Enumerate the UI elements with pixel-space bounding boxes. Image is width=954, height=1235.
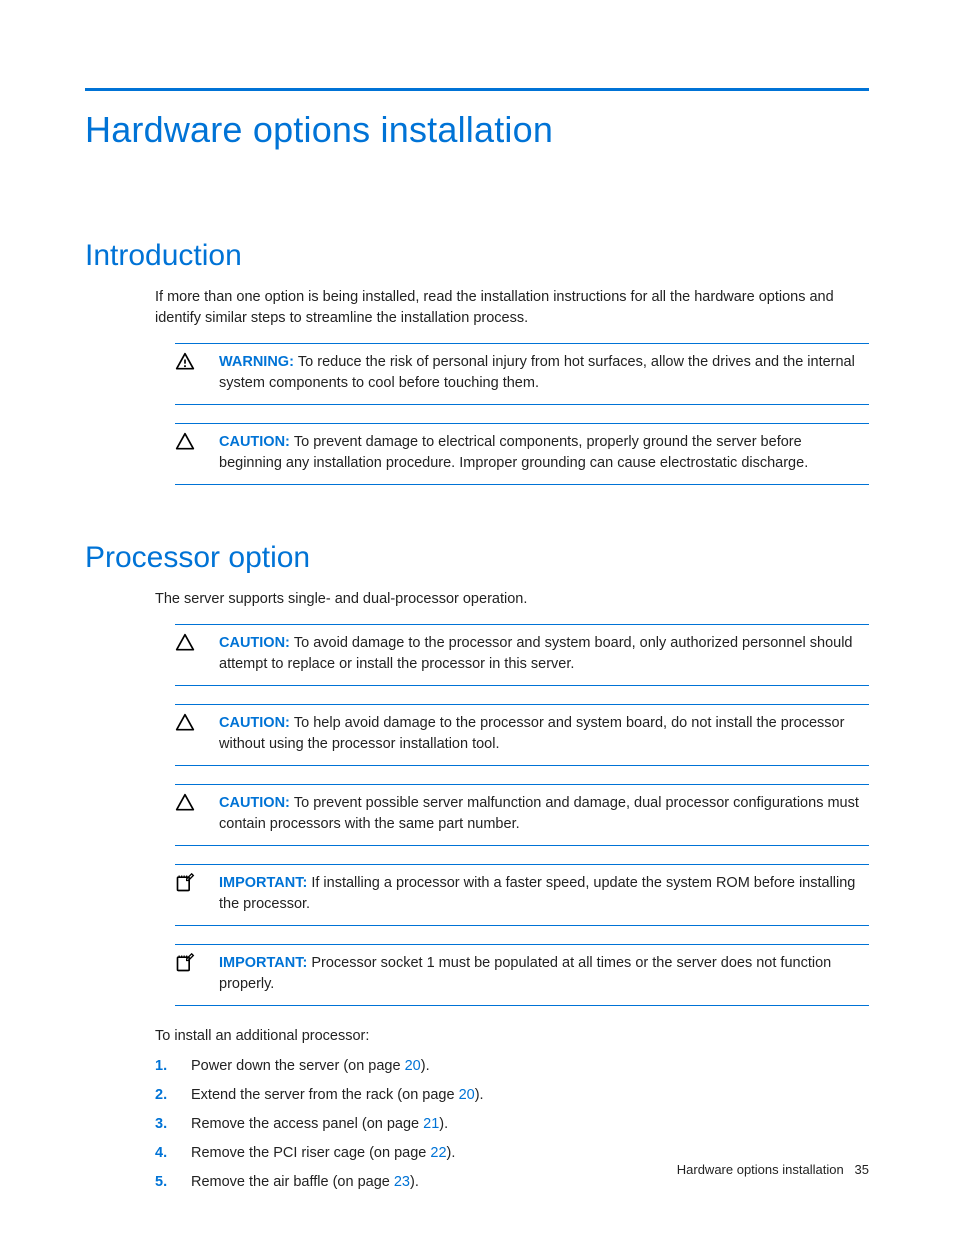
section-heading-processor: Processor option xyxy=(85,541,869,575)
intro-paragraph: If more than one option is being install… xyxy=(155,287,869,329)
step-text: ). xyxy=(410,1174,419,1190)
admonition-text: CAUTION:To help avoid damage to the proc… xyxy=(219,713,869,755)
admonition-text: CAUTION:To prevent damage to electrical … xyxy=(219,432,869,474)
page-link[interactable]: 22 xyxy=(430,1145,446,1161)
page-link[interactable]: 23 xyxy=(394,1174,410,1190)
step-text: Remove the air baffle (on page xyxy=(191,1174,394,1190)
step-text: Extend the server from the rack (on page xyxy=(191,1087,459,1103)
step-text: ). xyxy=(475,1087,484,1103)
important-icon xyxy=(175,953,219,973)
admonition-caution: CAUTION:To avoid damage to the processor… xyxy=(175,624,869,686)
admonition-body: To help avoid damage to the processor an… xyxy=(219,715,844,752)
admonition-label: CAUTION: xyxy=(219,635,290,651)
caution-icon xyxy=(175,793,219,813)
page-footer: Hardware options installation 35 xyxy=(677,1162,869,1177)
admonition-label: CAUTION: xyxy=(219,795,290,811)
list-item: Remove the access panel (on page 21). xyxy=(155,1114,869,1135)
admonition-body: To avoid damage to the processor and sys… xyxy=(219,635,852,672)
admonition-text: WARNING:To reduce the risk of personal i… xyxy=(219,352,869,394)
section-heading-introduction: Introduction xyxy=(85,239,869,273)
admonition-important: IMPORTANT:If installing a processor with… xyxy=(175,864,869,926)
step-text: ). xyxy=(421,1058,430,1074)
processor-paragraph: The server supports single- and dual-pro… xyxy=(155,589,869,610)
steps-intro: To install an additional processor: xyxy=(155,1028,869,1044)
list-item: Extend the server from the rack (on page… xyxy=(155,1085,869,1106)
page-title: Hardware options installation xyxy=(85,109,869,151)
footer-section: Hardware options installation xyxy=(677,1162,844,1177)
admonition-body: Processor socket 1 must be populated at … xyxy=(219,955,831,992)
page-link[interactable]: 20 xyxy=(405,1058,421,1074)
admonition-text: CAUTION:To avoid damage to the processor… xyxy=(219,633,869,675)
admonition-label: IMPORTANT: xyxy=(219,955,307,971)
admonition-text: IMPORTANT:If installing a processor with… xyxy=(219,873,869,915)
admonition-text: IMPORTANT:Processor socket 1 must be pop… xyxy=(219,953,869,995)
admonition-label: CAUTION: xyxy=(219,715,290,731)
admonition-caution: CAUTION:To help avoid damage to the proc… xyxy=(175,704,869,766)
admonition-important: IMPORTANT:Processor socket 1 must be pop… xyxy=(175,944,869,1006)
step-text: Power down the server (on page xyxy=(191,1058,405,1074)
admonition-label: WARNING: xyxy=(219,354,294,370)
step-text: Remove the access panel (on page xyxy=(191,1116,423,1132)
admonition-body: To prevent damage to electrical componen… xyxy=(219,434,808,471)
admonition-body: To reduce the risk of personal injury fr… xyxy=(219,354,855,391)
caution-icon xyxy=(175,713,219,733)
important-icon xyxy=(175,873,219,893)
step-text: ). xyxy=(439,1116,448,1132)
admonition-caution: CAUTION:To prevent possible server malfu… xyxy=(175,784,869,846)
admonition-warning: WARNING:To reduce the risk of personal i… xyxy=(175,343,869,405)
caution-icon xyxy=(175,432,219,452)
step-text: ). xyxy=(447,1145,456,1161)
admonition-text: CAUTION:To prevent possible server malfu… xyxy=(219,793,869,835)
admonition-body: To prevent possible server malfunction a… xyxy=(219,795,859,832)
admonition-caution: CAUTION:To prevent damage to electrical … xyxy=(175,423,869,485)
list-item: Power down the server (on page 20). xyxy=(155,1056,869,1077)
admonition-label: IMPORTANT: xyxy=(219,875,307,891)
footer-page-number: 35 xyxy=(855,1162,869,1177)
admonition-body: If installing a processor with a faster … xyxy=(219,875,855,912)
step-text: Remove the PCI riser cage (on page xyxy=(191,1145,430,1161)
page-link[interactable]: 20 xyxy=(459,1087,475,1103)
caution-icon xyxy=(175,633,219,653)
page-link[interactable]: 21 xyxy=(423,1116,439,1132)
warning-icon xyxy=(175,352,219,372)
admonition-label: CAUTION: xyxy=(219,434,290,450)
top-rule xyxy=(85,88,869,91)
